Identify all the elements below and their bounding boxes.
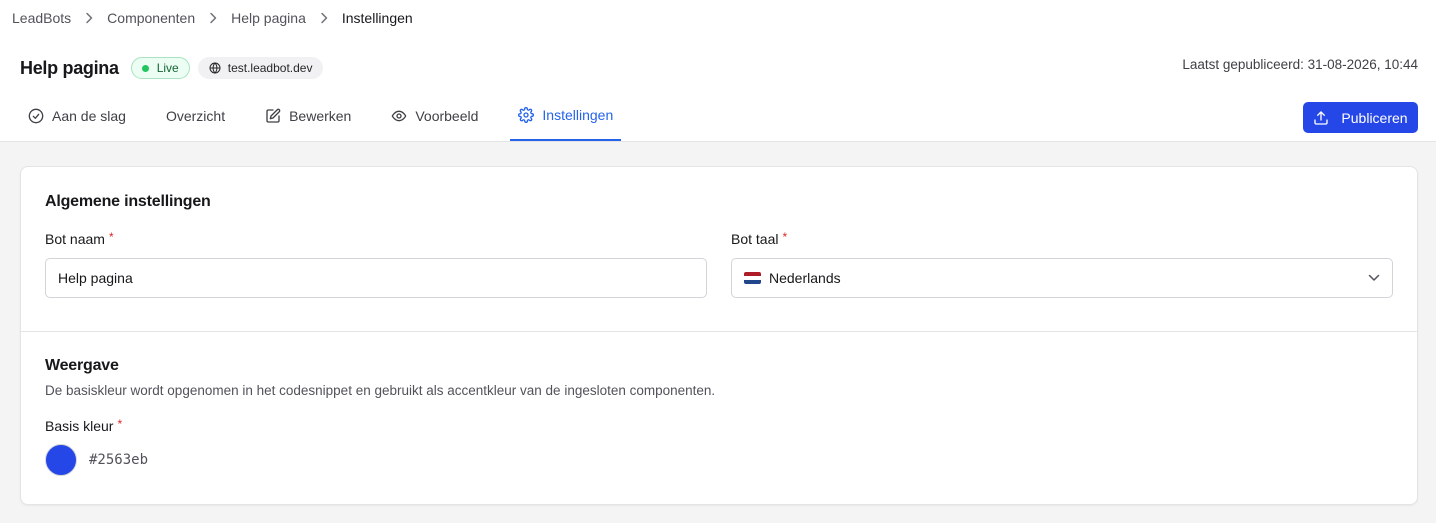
base-color-label-text: Basis kleur bbox=[45, 418, 114, 434]
bot-name-input[interactable]: Help pagina bbox=[45, 258, 707, 298]
dutch-flag-icon bbox=[744, 272, 761, 284]
breadcrumb-instellingen: Instellingen bbox=[341, 10, 413, 26]
settings-card: Algemene instellingen Bot naam * Help pa… bbox=[20, 166, 1418, 505]
display-description: De basiskleur wordt opgenomen in het cod… bbox=[45, 383, 716, 398]
tab-bewerken[interactable]: Bewerken bbox=[257, 94, 359, 141]
tab-label: Aan de slag bbox=[52, 108, 126, 124]
general-settings-section: Algemene instellingen Bot naam * Help pa… bbox=[45, 193, 1393, 298]
chevron-down-icon bbox=[1368, 274, 1380, 281]
tab-overzicht[interactable]: Overzicht bbox=[158, 94, 233, 141]
title-row: Help pagina Live test.leadbot.dev bbox=[20, 57, 324, 79]
bot-name-label-text: Bot naam bbox=[45, 231, 105, 247]
breadcrumb-help-pagina[interactable]: Help pagina bbox=[231, 10, 306, 26]
edit-icon bbox=[266, 108, 281, 123]
bot-name-value: Help pagina bbox=[58, 270, 133, 286]
chevron-right-icon bbox=[209, 12, 217, 24]
page-title: Help pagina bbox=[20, 57, 119, 78]
tab-bar: Aan de slag Overzicht Bewerken Voorbeeld… bbox=[20, 94, 645, 142]
tab-instellingen[interactable]: Instellingen bbox=[510, 94, 622, 141]
required-marker: * bbox=[108, 230, 114, 244]
breadcrumb: LeadBots Componenten Help pagina Instell… bbox=[12, 9, 413, 27]
tab-label: Overzicht bbox=[165, 108, 226, 124]
globe-icon bbox=[209, 62, 221, 74]
display-section: Weergave De basiskleur wordt opgenomen i… bbox=[45, 357, 1393, 476]
domain-badge[interactable]: test.leadbot.dev bbox=[197, 57, 324, 79]
tab-label: Bewerken bbox=[289, 108, 352, 124]
chevron-right-icon bbox=[85, 12, 93, 24]
breadcrumb-componenten[interactable]: Componenten bbox=[107, 10, 195, 26]
publish-label: Publiceren bbox=[1341, 109, 1408, 126]
breadcrumb-leadbots[interactable]: LeadBots bbox=[12, 10, 71, 26]
general-settings-title: Algemene instellingen bbox=[45, 193, 211, 210]
bot-name-field: Bot naam * Help pagina bbox=[45, 231, 707, 298]
section-divider bbox=[21, 331, 1417, 332]
bot-language-field: Bot taal * Nederlands bbox=[731, 231, 1393, 298]
base-color-label: Basis kleur * bbox=[45, 418, 1393, 434]
upload-icon bbox=[1314, 110, 1329, 125]
base-color-picker: #2563eb bbox=[45, 444, 1393, 476]
display-title: Weergave bbox=[45, 357, 119, 374]
color-swatch[interactable] bbox=[45, 444, 77, 476]
tab-label: Voorbeeld bbox=[415, 108, 479, 124]
bot-name-label: Bot naam * bbox=[45, 231, 707, 247]
selected-language-label: Nederlands bbox=[769, 270, 841, 286]
status-badge: Live bbox=[130, 57, 190, 79]
live-dot-icon bbox=[141, 64, 149, 72]
bot-language-label-text: Bot taal bbox=[731, 231, 779, 247]
color-hex-value: #2563eb bbox=[89, 452, 149, 468]
eye-icon bbox=[392, 110, 407, 122]
top-bar: LeadBots Componenten Help pagina Instell… bbox=[0, 0, 1436, 142]
required-marker: * bbox=[117, 417, 123, 431]
bot-language-select[interactable]: Nederlands bbox=[731, 258, 1393, 298]
gear-icon bbox=[518, 107, 535, 123]
selected-language: Nederlands bbox=[744, 270, 841, 286]
chevron-right-icon bbox=[320, 12, 328, 24]
tab-label: Instellingen bbox=[542, 107, 614, 123]
check-circle-icon bbox=[28, 108, 44, 124]
last-published: Laatst gepubliceerd: 31-08-2026, 10:44 bbox=[1182, 57, 1418, 72]
tab-voorbeeld[interactable]: Voorbeeld bbox=[383, 94, 486, 141]
status-label: Live bbox=[156, 61, 179, 75]
domain-label: test.leadbot.dev bbox=[227, 61, 313, 75]
bot-language-label: Bot taal * bbox=[731, 231, 1393, 247]
required-marker: * bbox=[782, 230, 788, 244]
publish-button[interactable]: Publiceren bbox=[1303, 102, 1418, 133]
tab-aan-de-slag[interactable]: Aan de slag bbox=[20, 94, 134, 141]
